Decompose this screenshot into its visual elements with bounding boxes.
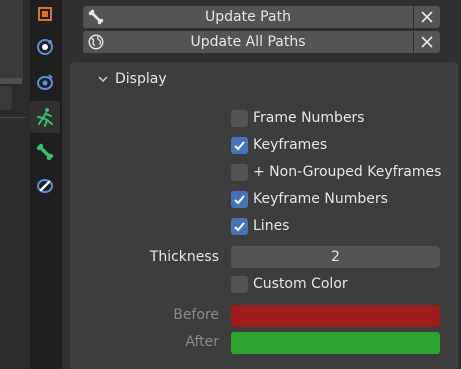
lines-checkbox[interactable] xyxy=(231,217,248,235)
non-grouped-keyframes-option[interactable]: + Non-Grouped Keyframes xyxy=(231,162,441,182)
keyframes-checkbox[interactable] xyxy=(231,136,248,154)
frame-numbers-option[interactable]: Frame Numbers xyxy=(231,108,365,128)
custom-color-label: Custom Color xyxy=(253,276,348,292)
update-all-paths-row: Update All Paths xyxy=(83,31,440,53)
custom-color-checkbox[interactable] xyxy=(231,275,248,293)
update-all-paths-label: Update All Paths xyxy=(190,34,306,50)
object-icon xyxy=(38,7,52,21)
lines-option[interactable]: Lines xyxy=(231,216,289,236)
checkmark-icon xyxy=(234,140,245,150)
thickness-label: Thickness xyxy=(149,249,219,265)
bone-icon xyxy=(88,9,104,25)
tab-armature[interactable] xyxy=(30,101,60,133)
custom-color-option[interactable]: Custom Color xyxy=(231,274,348,294)
display-panel-header[interactable]: Display xyxy=(97,71,167,87)
physics-icon xyxy=(37,39,53,55)
keyframes-label: Keyframes xyxy=(253,137,328,153)
viewport-corner xyxy=(0,78,22,84)
properties-editor: Update Path Update All Paths Display Fra… xyxy=(0,0,461,369)
properties-tab-bar xyxy=(30,0,62,369)
non-grouped-keyframes-label: + Non-Grouped Keyframes xyxy=(253,164,442,180)
frame-numbers-checkbox[interactable] xyxy=(231,109,248,127)
constraint-icon xyxy=(37,74,53,90)
viewport-edge xyxy=(0,0,30,369)
tab-constraints[interactable] xyxy=(30,66,60,98)
after-color-swatch[interactable] xyxy=(231,332,440,354)
viewport-header-edge xyxy=(0,0,23,80)
non-grouped-keyframes-checkbox[interactable] xyxy=(231,163,248,181)
update-path-button[interactable]: Update Path xyxy=(83,6,413,28)
update-all-paths-button[interactable]: Update All Paths xyxy=(83,31,413,53)
keyframe-numbers-checkbox[interactable] xyxy=(231,190,248,208)
checkmark-icon xyxy=(234,221,245,231)
checkmark-icon xyxy=(234,194,245,204)
frame-numbers-label: Frame Numbers xyxy=(253,110,365,126)
close-icon xyxy=(421,36,433,48)
armature-icon xyxy=(37,108,53,127)
tab-bone[interactable] xyxy=(30,136,60,168)
thickness-field[interactable]: 2 xyxy=(231,246,440,268)
before-color-swatch[interactable] xyxy=(231,305,440,327)
tab-bone-constraints[interactable] xyxy=(30,170,60,202)
clear-path-button[interactable] xyxy=(414,6,440,28)
before-color-label: Before xyxy=(173,307,219,323)
bone-constraint-icon xyxy=(37,179,53,193)
update-path-row: Update Path xyxy=(83,6,440,28)
lines-label: Lines xyxy=(253,218,290,234)
update-path-label: Update Path xyxy=(205,9,291,25)
tab-object[interactable] xyxy=(30,0,60,30)
keyframe-numbers-option[interactable]: Keyframe Numbers xyxy=(231,189,388,209)
viewport-divider xyxy=(0,117,26,118)
bone-icon xyxy=(36,143,54,161)
chevron-down-icon xyxy=(98,76,108,83)
viewport-dropdown-edge[interactable] xyxy=(0,86,12,110)
clear-all-paths-button[interactable] xyxy=(414,31,440,53)
world-icon xyxy=(88,34,104,50)
after-color-label: After xyxy=(185,334,219,350)
tab-physics[interactable] xyxy=(30,31,60,63)
display-title: Display xyxy=(115,71,167,87)
close-icon xyxy=(421,11,433,23)
keyframe-numbers-label: Keyframe Numbers xyxy=(253,191,388,207)
keyframes-option[interactable]: Keyframes xyxy=(231,135,327,155)
